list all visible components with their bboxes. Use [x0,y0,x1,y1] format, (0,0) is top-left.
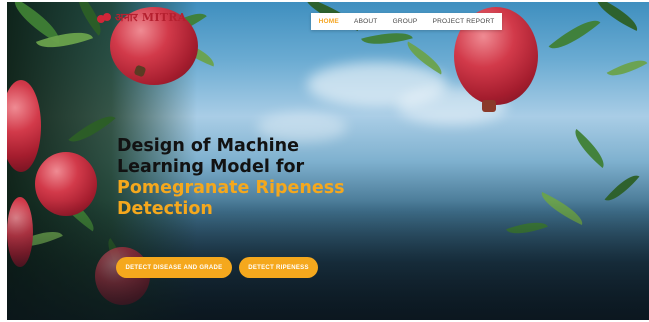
hero-title: Design of Machine Learning Model for Pom… [117,136,345,220]
nav-project-report[interactable]: PROJECT REPORT [433,18,495,25]
brand-logo[interactable]: अनार MITRA [97,10,187,25]
leaf [568,129,611,168]
nav-about[interactable]: ABOUT [354,18,377,25]
hero-title-line: Design of Machine [117,136,299,156]
nav-home[interactable]: HOME [319,18,339,25]
pomegranate-crown [482,100,496,112]
hero-title-highlight: Detection [117,199,213,219]
hero-title-highlight: Pomegranate Ripeness [117,178,345,198]
pomegranate-icon [97,11,111,25]
detect-disease-button[interactable]: DETECT DISEASE AND GRADE [116,257,232,278]
leaf [591,2,643,31]
hero-title-line: Learning Model for [117,157,305,177]
nav-group[interactable]: GROUP [393,18,418,25]
top-navigation: HOME ABOUT GROUP PROJECT REPORT [311,13,502,30]
brand-name: अनार MITRA [115,11,187,24]
leaf [548,11,601,58]
leaf [606,52,648,84]
detect-ripeness-button[interactable]: DETECT RIPENESS [239,257,318,278]
